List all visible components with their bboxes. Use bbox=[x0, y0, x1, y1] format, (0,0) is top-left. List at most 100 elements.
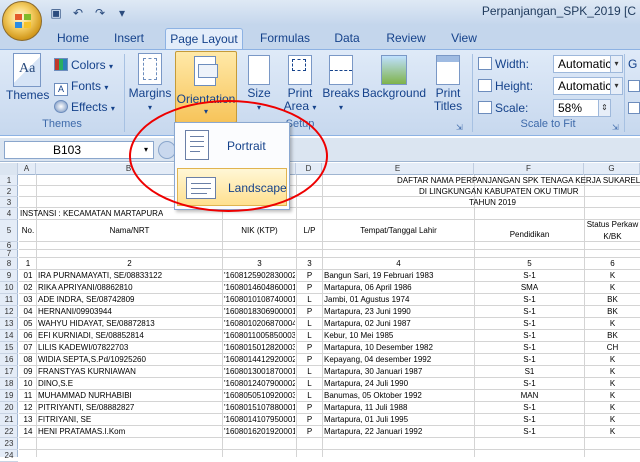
row-no[interactable]: 02 bbox=[21, 282, 35, 294]
height-select[interactable]: Automatic ▾ bbox=[553, 77, 623, 95]
header-lp[interactable]: L/P bbox=[298, 220, 321, 242]
tab-data[interactable]: Data bbox=[326, 28, 368, 49]
birth-cell[interactable]: Martapura, 10 Desember 1982 bbox=[324, 342, 473, 354]
birth-cell[interactable]: Banumas, 05 Oktober 1992 bbox=[324, 390, 473, 402]
row-header[interactable]: 10 bbox=[0, 282, 18, 294]
education-cell[interactable]: S-1 bbox=[476, 270, 583, 282]
nik-cell[interactable]: '1608018306900001 bbox=[224, 306, 295, 318]
row-header[interactable]: 3 bbox=[0, 197, 18, 208]
save-icon[interactable]: ▣ bbox=[48, 5, 64, 21]
gender-cell[interactable]: P bbox=[298, 414, 321, 426]
row-header[interactable]: 11 bbox=[0, 294, 18, 306]
redo-icon[interactable]: ↷ bbox=[92, 5, 108, 21]
education-cell[interactable]: S-1 bbox=[476, 318, 583, 330]
name-cell[interactable]: WIDIA SEPTA,S.Pd/10925260 bbox=[38, 354, 221, 366]
row-no[interactable]: 04 bbox=[21, 306, 35, 318]
effects-button[interactable]: Effects ▾ bbox=[54, 98, 115, 116]
row-header[interactable]: 19 bbox=[0, 390, 18, 402]
education-cell[interactable]: S1 bbox=[476, 366, 583, 378]
name-cell[interactable]: ADE INDRA, SE/08742809 bbox=[38, 294, 221, 306]
gridlines-checkbox[interactable] bbox=[628, 80, 640, 92]
education-cell[interactable]: S-1 bbox=[476, 414, 583, 426]
row-header[interactable]: 13 bbox=[0, 318, 18, 330]
column-header-f[interactable]: F bbox=[474, 163, 584, 175]
marital-status-cell[interactable]: K bbox=[586, 270, 639, 282]
birth-cell[interactable]: Martapura, 23 Juni 1990 bbox=[324, 306, 473, 318]
row-no[interactable]: 12 bbox=[21, 402, 35, 414]
select-all-corner[interactable] bbox=[0, 163, 18, 175]
gender-cell[interactable]: L bbox=[298, 318, 321, 330]
worksheet-grid[interactable]: DAFTAR NAMA PERPANJANGAN SPK TENAGA KERJ… bbox=[19, 175, 640, 457]
marital-status-cell[interactable]: K bbox=[586, 282, 639, 294]
row-header[interactable]: 14 bbox=[0, 330, 18, 342]
education-cell[interactable]: MAN bbox=[476, 390, 583, 402]
page-setup-launcher-icon[interactable]: ⇲ bbox=[456, 119, 463, 137]
column-number[interactable]: 5 bbox=[476, 258, 583, 270]
spinner-icon[interactable]: ⇕ bbox=[598, 100, 610, 116]
birth-cell[interactable]: Martapura, 24 Juli 1990 bbox=[324, 378, 473, 390]
education-cell[interactable]: S-1 bbox=[476, 354, 583, 366]
name-cell[interactable]: MUHAMMAD NURHABIBI bbox=[38, 390, 221, 402]
print-titles-button[interactable]: Print Titles bbox=[428, 53, 468, 113]
row-header[interactable]: 8 bbox=[0, 258, 18, 270]
gender-cell[interactable]: P bbox=[298, 402, 321, 414]
column-number[interactable]: 2 bbox=[38, 258, 221, 270]
row-no[interactable]: 05 bbox=[21, 318, 35, 330]
marital-status-cell[interactable]: BK bbox=[586, 294, 639, 306]
name-cell[interactable]: FRANSTYAS KURNIAWAN bbox=[38, 366, 221, 378]
nik-cell[interactable]: '1608014107950001 bbox=[224, 414, 295, 426]
nik-cell[interactable]: '1608015107880001 bbox=[224, 402, 295, 414]
column-number[interactable]: 3 bbox=[298, 258, 321, 270]
marital-status-cell[interactable]: K bbox=[586, 414, 639, 426]
office-button[interactable] bbox=[2, 1, 42, 41]
birth-cell[interactable]: Kepayang, 04 desember 1992 bbox=[324, 354, 473, 366]
nik-cell[interactable]: '1608125902830002 bbox=[224, 270, 295, 282]
landscape-option[interactable]: Landscape bbox=[177, 168, 287, 206]
row-header[interactable]: 20 bbox=[0, 402, 18, 414]
birth-cell[interactable]: Martapura, 11 Juli 1988 bbox=[324, 402, 473, 414]
name-cell[interactable]: PITRIYANTI, SE/08882827 bbox=[38, 402, 221, 414]
birth-cell[interactable]: Martapura, 06 April 1986 bbox=[324, 282, 473, 294]
row-header[interactable]: 9 bbox=[0, 270, 18, 282]
nik-cell[interactable]: '1608013001870001 bbox=[224, 366, 295, 378]
education-cell[interactable]: S-1 bbox=[476, 306, 583, 318]
row-no[interactable]: 13 bbox=[21, 414, 35, 426]
name-cell[interactable]: DINO,S.E bbox=[38, 378, 221, 390]
header-status-kbk[interactable]: K/BK bbox=[586, 232, 639, 242]
marital-status-cell[interactable]: K bbox=[586, 354, 639, 366]
row-no[interactable]: 03 bbox=[21, 294, 35, 306]
gender-cell[interactable]: L bbox=[298, 378, 321, 390]
breaks-button[interactable]: Breaks ▾ bbox=[322, 53, 360, 114]
header-no[interactable]: No. bbox=[21, 220, 35, 242]
marital-status-cell[interactable]: K bbox=[586, 390, 639, 402]
nik-cell[interactable]: '1608012407900002 bbox=[224, 378, 295, 390]
birth-cell[interactable]: Bangun Sari, 19 Februari 1983 bbox=[324, 270, 473, 282]
marital-status-cell[interactable]: BK bbox=[586, 330, 639, 342]
orientation-button-highlight[interactable]: Orientation ▾ bbox=[175, 51, 237, 123]
education-cell[interactable]: S-1 bbox=[476, 426, 583, 438]
birth-cell[interactable]: Martapura, 02 Juni 1987 bbox=[324, 318, 473, 330]
row-no[interactable]: 08 bbox=[21, 354, 35, 366]
row-header[interactable]: 7 bbox=[0, 250, 18, 258]
birth-cell[interactable]: Jambi, 01 Agustus 1974 bbox=[324, 294, 473, 306]
gender-cell[interactable]: P bbox=[298, 306, 321, 318]
name-cell[interactable]: HENI PRATAMAS.I.Kom bbox=[38, 426, 221, 438]
birth-cell[interactable]: Martapura, 01 Juli 1995 bbox=[324, 414, 473, 426]
header-ttl[interactable]: Tempat/Tanggal Lahir bbox=[324, 220, 473, 242]
column-header-d[interactable]: D bbox=[296, 163, 322, 175]
gender-cell[interactable]: P bbox=[298, 354, 321, 366]
column-number[interactable]: 3 bbox=[224, 258, 295, 270]
nik-cell[interactable]: '1608010206870004 bbox=[224, 318, 295, 330]
background-button[interactable]: Background bbox=[362, 53, 426, 100]
birth-cell[interactable]: Martapura, 22 Januari 1992 bbox=[324, 426, 473, 438]
row-header[interactable]: 2 bbox=[0, 186, 18, 197]
row-header[interactable]: 15 bbox=[0, 342, 18, 354]
row-header[interactable]: 17 bbox=[0, 366, 18, 378]
row-no[interactable]: 11 bbox=[21, 390, 35, 402]
tab-review[interactable]: Review bbox=[380, 28, 432, 49]
education-cell[interactable]: S-1 bbox=[476, 402, 583, 414]
gender-cell[interactable]: L bbox=[298, 294, 321, 306]
row-header[interactable]: 22 bbox=[0, 426, 18, 438]
marital-status-cell[interactable]: K bbox=[586, 318, 639, 330]
row-header[interactable]: 5 bbox=[0, 220, 18, 242]
